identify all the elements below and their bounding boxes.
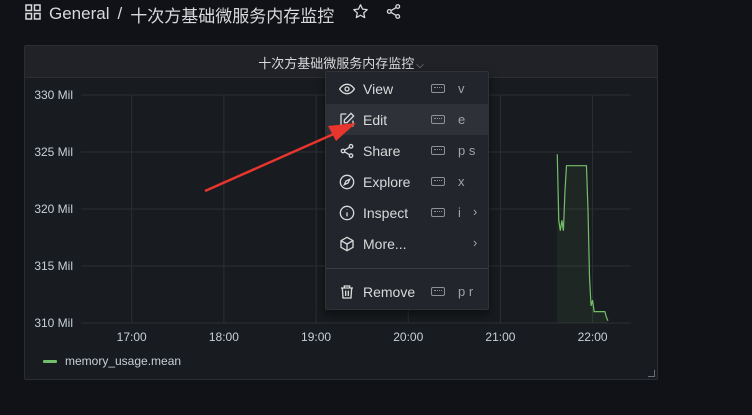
menu-shortcut: e xyxy=(458,112,466,127)
keyboard-icon xyxy=(431,115,445,124)
keyboard-icon xyxy=(431,208,445,217)
keyboard-icon xyxy=(431,84,445,93)
y-tick-label: 320 Mil xyxy=(34,202,73,216)
y-tick-label: 325 Mil xyxy=(34,145,73,159)
keyboard-icon xyxy=(431,146,445,155)
menu-item-remove[interactable]: Remove p r xyxy=(326,276,488,307)
star-icon[interactable] xyxy=(352,3,369,25)
menu-shortcut: i xyxy=(458,205,461,220)
x-tick-label: 20:00 xyxy=(393,330,423,344)
edit-icon xyxy=(339,112,355,128)
y-tick-label: 330 Mil xyxy=(34,88,73,102)
series-area xyxy=(557,154,608,323)
y-axis-ticks: 330 Mil 325 Mil 320 Mil 315 Mil 310 Mil xyxy=(34,88,73,330)
menu-divider xyxy=(326,268,488,269)
breadcrumb: General / 十次方基础微服务内存监控 xyxy=(25,2,402,26)
top-bar: General / 十次方基础微服务内存监控 xyxy=(0,0,752,28)
menu-item-inspect[interactable]: Inspect i › xyxy=(326,197,488,228)
share-icon xyxy=(339,143,355,159)
x-tick-label: 22:00 xyxy=(578,330,608,344)
x-tick-label: 18:00 xyxy=(209,330,239,344)
menu-shortcut: x xyxy=(458,174,465,189)
menu-item-edit[interactable]: Edit e xyxy=(326,104,488,135)
y-tick-label: 310 Mil xyxy=(34,316,73,330)
breadcrumb-separator: / xyxy=(117,4,123,23)
menu-item-label: More... xyxy=(363,236,407,252)
keyboard-icon xyxy=(431,177,445,186)
menu-item-label: Edit xyxy=(363,112,388,128)
menu-item-label: Inspect xyxy=(363,205,409,221)
chart-series xyxy=(556,154,609,323)
menu-item-label: Remove xyxy=(363,284,416,300)
x-axis-ticks: 17:00 18:00 19:00 20:00 21:00 22:00 xyxy=(117,330,608,344)
x-tick-label: 19:00 xyxy=(301,330,331,344)
menu-item-more[interactable]: More... › xyxy=(326,228,488,259)
menu-item-label: Share xyxy=(363,143,401,159)
panel-menu: View v Edit e Share p s Explore x Inspec… xyxy=(325,71,489,310)
x-tick-label: 21:00 xyxy=(485,330,515,344)
menu-item-share[interactable]: Share p s xyxy=(326,135,488,166)
menu-item-label: Explore xyxy=(363,174,411,190)
breadcrumb-folder[interactable]: General xyxy=(49,4,109,24)
menu-item-label: View xyxy=(363,81,394,97)
menu-shortcut: p s xyxy=(458,143,476,158)
dashboard-title[interactable]: 十次方基础微服务内存监控 xyxy=(130,2,334,27)
menu-item-view[interactable]: View v xyxy=(326,73,488,104)
eye-icon xyxy=(338,81,356,97)
info-icon xyxy=(339,205,355,221)
menu-shortcut: p r xyxy=(458,284,474,299)
legend[interactable]: memory_usage.mean xyxy=(43,354,181,368)
compass-icon xyxy=(339,174,355,190)
menu-item-explore[interactable]: Explore x xyxy=(326,166,488,197)
y-tick-label: 315 Mil xyxy=(34,259,73,273)
x-tick-label: 17:00 xyxy=(117,330,147,344)
keyboard-icon xyxy=(431,287,445,296)
trash-icon xyxy=(339,284,355,300)
legend-swatch xyxy=(43,359,57,363)
legend-label[interactable]: memory_usage.mean xyxy=(65,354,181,368)
share-icon[interactable] xyxy=(385,3,402,25)
resize-handle-icon[interactable] xyxy=(648,370,655,377)
chevron-right-icon: › xyxy=(473,204,478,219)
menu-shortcut: v xyxy=(458,81,465,96)
cube-icon xyxy=(339,236,355,252)
dashboard-grid-icon[interactable] xyxy=(25,3,41,25)
chevron-right-icon: › xyxy=(473,235,478,250)
